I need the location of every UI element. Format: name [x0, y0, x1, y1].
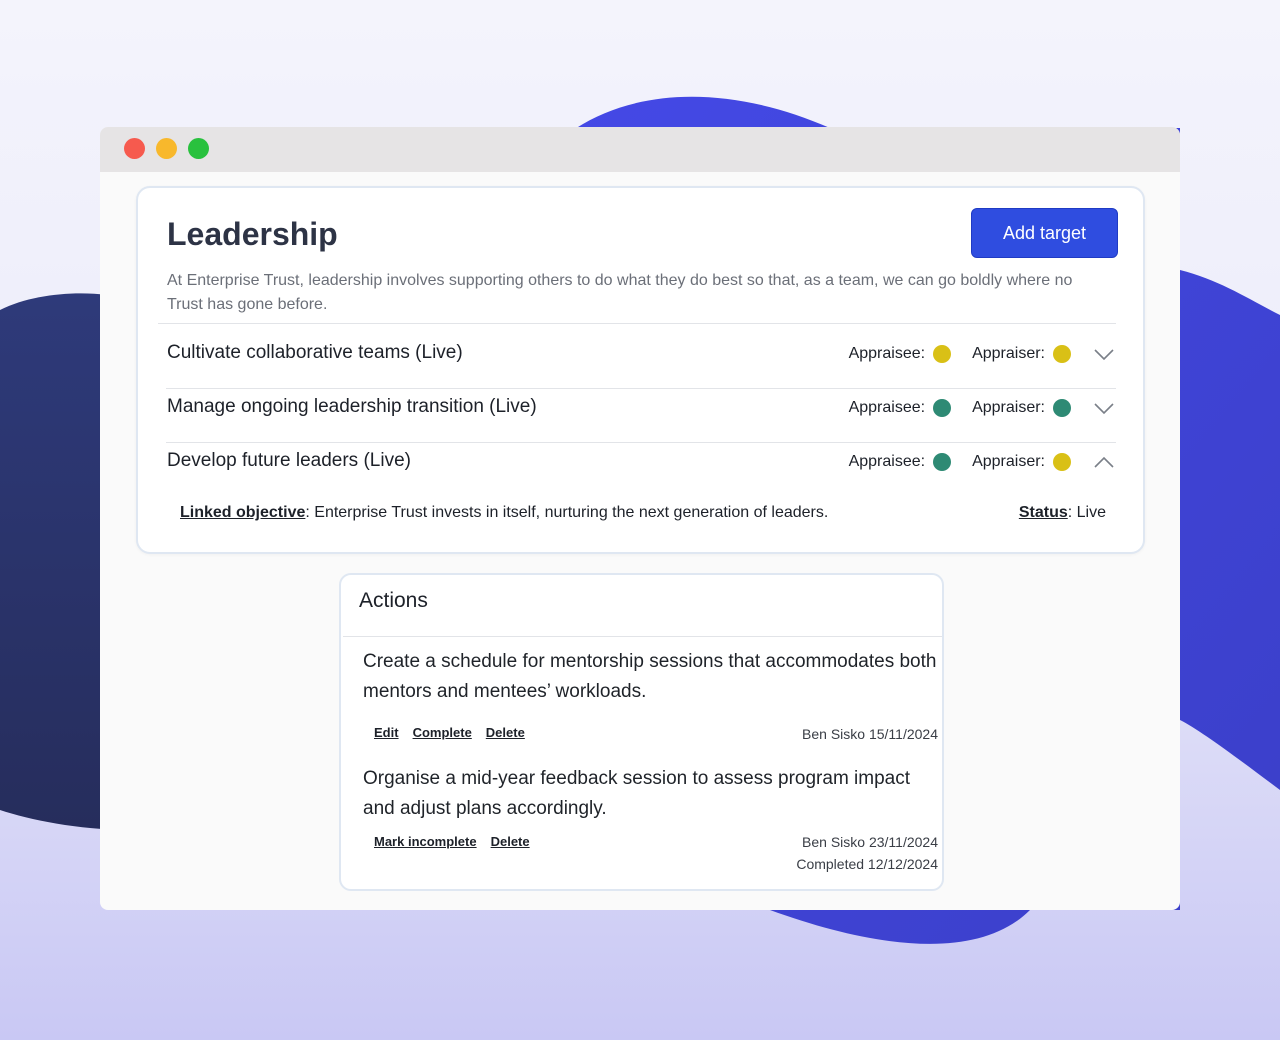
- appraisee-status-dot: [933, 453, 952, 471]
- leadership-card: Leadership Add target At Enterprise Trus…: [136, 186, 1145, 554]
- mark-incomplete-action-link[interactable]: Mark incomplete: [374, 834, 477, 849]
- target-title: Manage ongoing leadership transition (Li…: [167, 396, 537, 417]
- appraisee-label: Appraisee:: [848, 345, 926, 362]
- appraisee-label: Appraisee:: [848, 453, 926, 470]
- linked-objective-label[interactable]: Linked objective: [180, 504, 305, 521]
- divider: [343, 636, 942, 637]
- target-row-expanded[interactable]: Develop future leaders (Live) Appraisee:…: [167, 442, 1115, 482]
- maximize-window-button[interactable]: [188, 138, 209, 159]
- app-window: Leadership Add target At Enterprise Trus…: [100, 127, 1180, 910]
- appraisee-status-dot: [933, 399, 952, 417]
- appraiser-label: Appraiser:: [972, 453, 1045, 470]
- linked-objective: Linked objective: Enterprise Trust inves…: [180, 504, 828, 522]
- appraiser-status-dot: [1053, 399, 1071, 417]
- target-ratings: Appraisee: Appraiser:: [849, 340, 1115, 368]
- action-text: Organise a mid-year feedback session to …: [363, 768, 911, 819]
- appraisee-status-dot: [933, 345, 952, 363]
- chevron-down-icon[interactable]: [1093, 397, 1115, 419]
- linked-objective-value: : Enterprise Trust invests in itself, nu…: [305, 504, 829, 521]
- appraiser-status-dot: [1053, 345, 1071, 363]
- title-bar: [100, 127, 1180, 172]
- delete-action-link[interactable]: Delete: [491, 834, 530, 849]
- chevron-up-icon[interactable]: [1093, 451, 1115, 473]
- target-status: Status: Live: [1019, 504, 1106, 522]
- target-title: Cultivate collaborative teams (Live): [167, 342, 463, 363]
- minimize-window-button[interactable]: [156, 138, 177, 159]
- target-row[interactable]: Manage ongoing leadership transition (Li…: [167, 388, 1115, 428]
- target-ratings: Appraisee: Appraiser:: [849, 448, 1115, 476]
- action-meta: Ben Sisko 15/11/2024: [802, 726, 938, 742]
- action-author-date: Ben Sisko 23/11/2024: [802, 834, 938, 850]
- status-value: : Live: [1067, 504, 1106, 521]
- appraiser-label: Appraiser:: [972, 399, 1045, 416]
- action-meta: Ben Sisko 23/11/2024 Completed 12/12/202…: [796, 831, 938, 875]
- complete-action-link[interactable]: Complete: [413, 725, 472, 740]
- add-target-button[interactable]: Add target: [971, 208, 1118, 258]
- card-description: At Enterprise Trust, leadership involves…: [167, 272, 1073, 313]
- actions-panel: Actions Create a schedule for mentorship…: [339, 573, 944, 891]
- delete-action-link[interactable]: Delete: [486, 725, 525, 740]
- appraiser-status-dot: [1053, 453, 1071, 471]
- target-ratings: Appraisee: Appraiser:: [849, 394, 1115, 422]
- chevron-down-icon[interactable]: [1093, 343, 1115, 365]
- action-completed-date: Completed 12/12/2024: [796, 856, 938, 872]
- action-text: Create a schedule for mentorship session…: [363, 651, 937, 702]
- action-links: Edit Complete Delete: [374, 725, 525, 740]
- status-label[interactable]: Status: [1019, 504, 1068, 521]
- target-row[interactable]: Cultivate collaborative teams (Live) App…: [167, 334, 1115, 374]
- appraisee-label: Appraisee:: [848, 399, 926, 416]
- page-title: Leadership: [167, 216, 338, 252]
- divider: [158, 323, 1116, 324]
- action-links: Mark incomplete Delete: [374, 834, 530, 849]
- edit-action-link[interactable]: Edit: [374, 725, 399, 740]
- actions-title: Actions: [359, 589, 428, 612]
- close-window-button[interactable]: [124, 138, 145, 159]
- appraiser-label: Appraiser:: [972, 345, 1045, 362]
- target-title: Develop future leaders (Live): [167, 450, 411, 471]
